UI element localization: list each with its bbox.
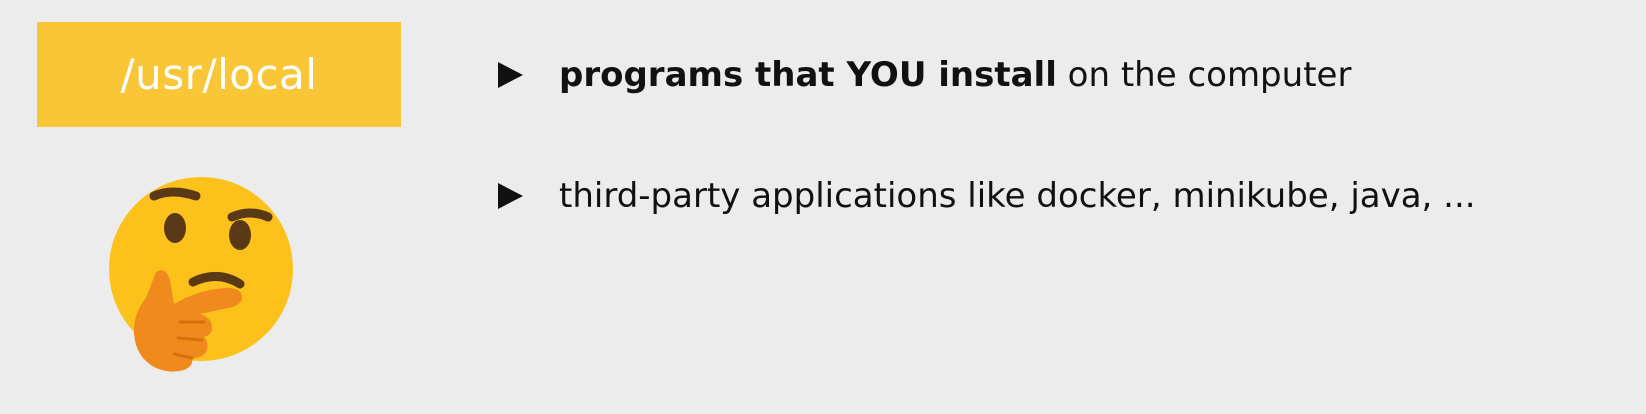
bullet-item-third-party: third-party applications like docker, mi… — [498, 171, 1476, 221]
bullet-arrow-icon — [498, 62, 523, 88]
bullet-text: on the computer — [1056, 55, 1352, 95]
bullet-text: third-party applications like docker, mi… — [559, 176, 1476, 216]
bullet-arrow-icon — [498, 183, 523, 209]
bullet-bold-text: programs that YOU install — [559, 55, 1057, 95]
directory-label: /usr/local — [120, 50, 318, 99]
thinking-face-icon — [108, 172, 298, 372]
bullet-item-programs: programs that YOU install on the compute… — [498, 50, 1351, 100]
directory-label-box: /usr/local — [37, 22, 401, 127]
